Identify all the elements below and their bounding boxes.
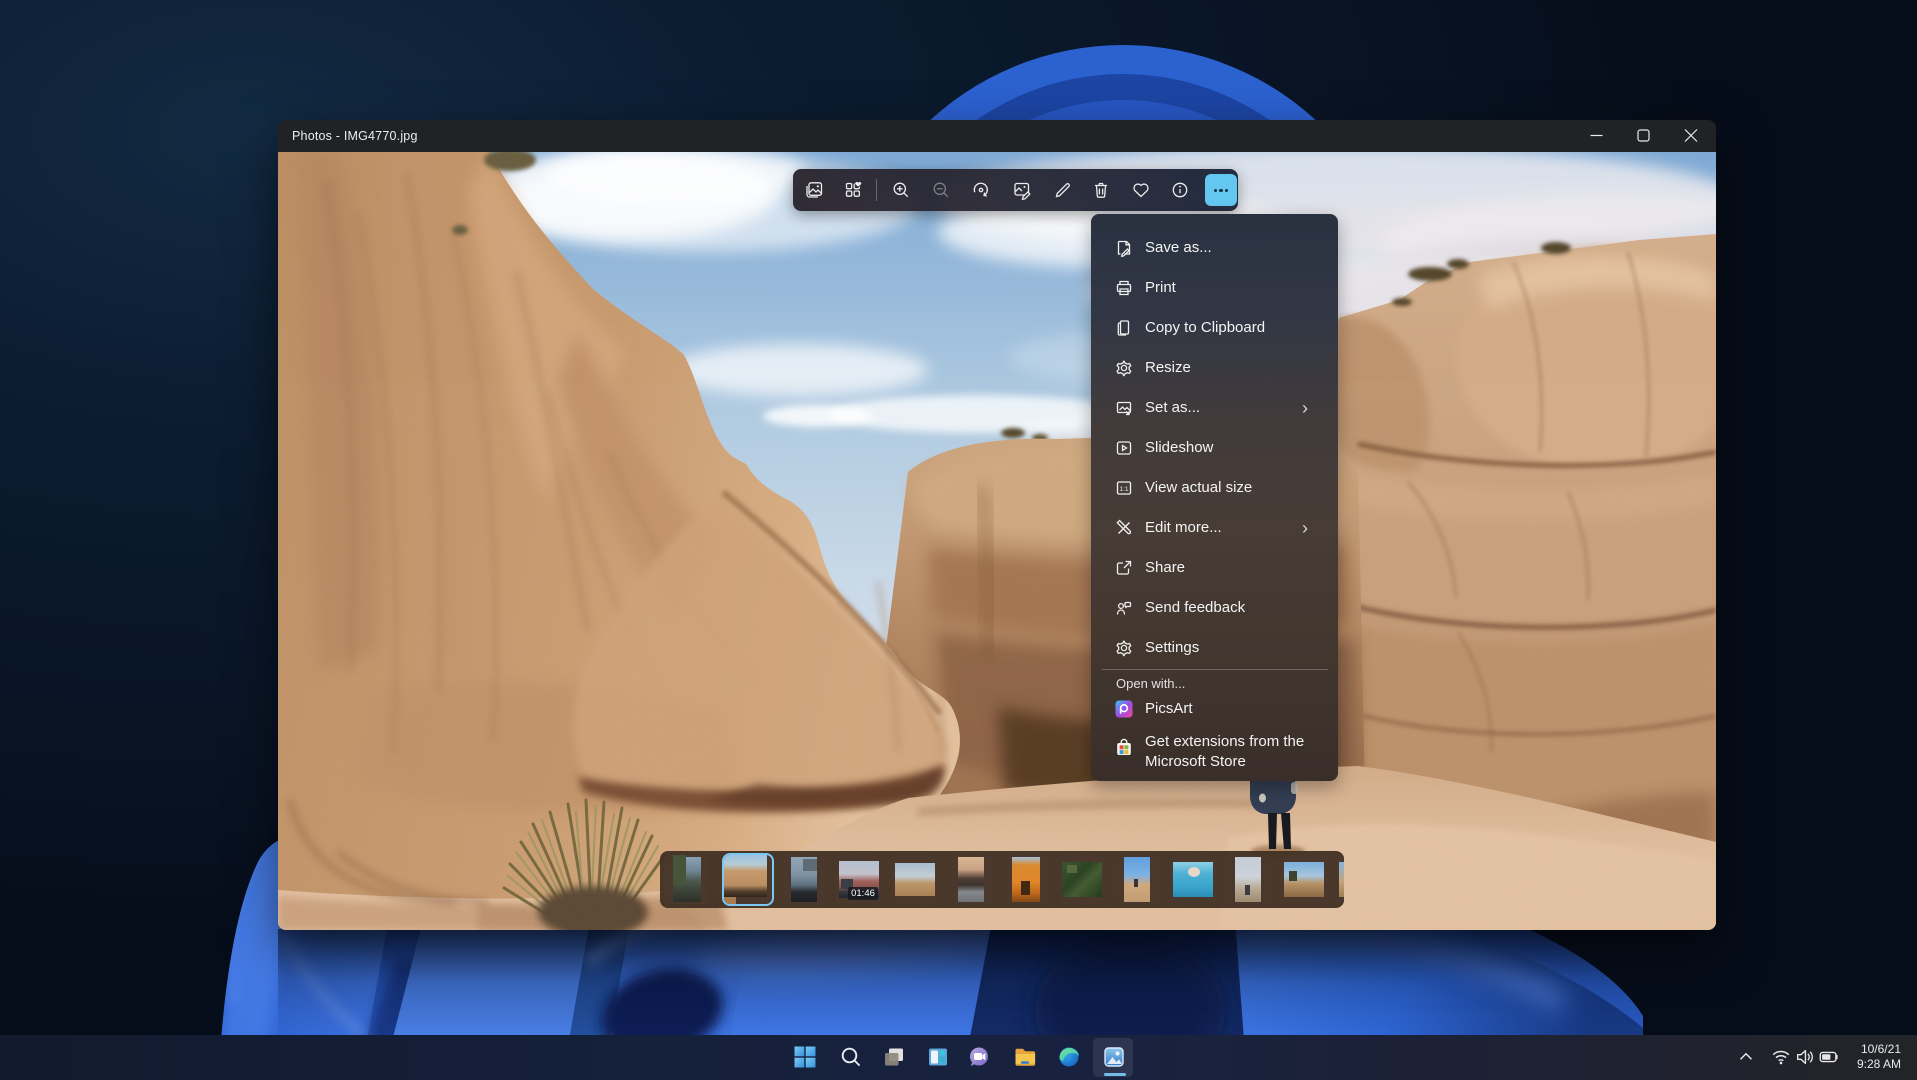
svg-text:1:1: 1:1 [1119, 486, 1128, 493]
